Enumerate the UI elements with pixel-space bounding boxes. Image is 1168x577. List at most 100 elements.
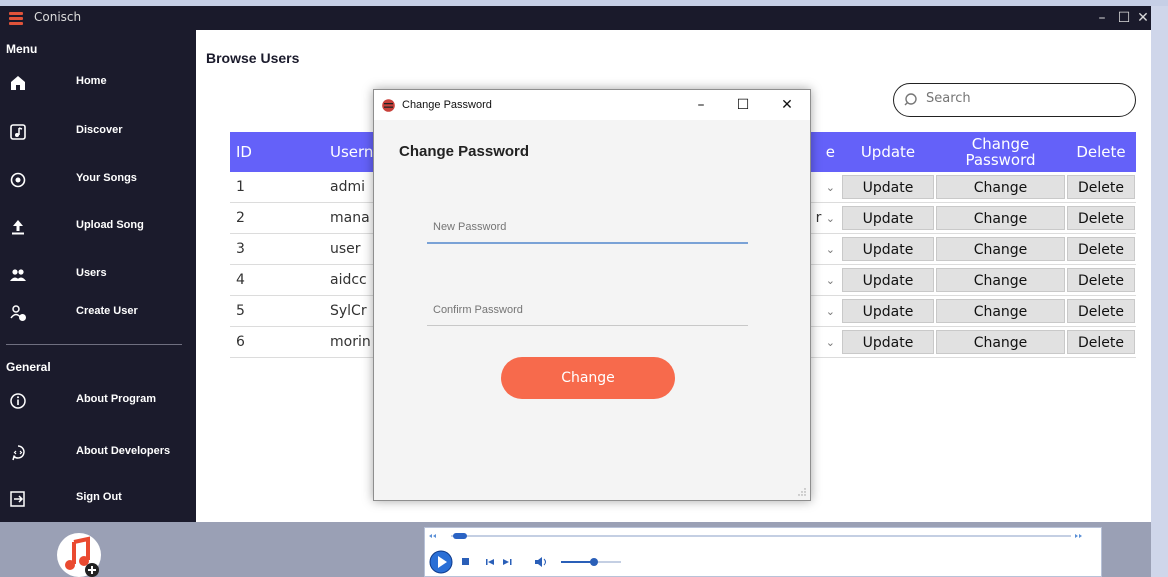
sidebar-item-label: Users bbox=[76, 267, 107, 279]
record-icon bbox=[10, 172, 26, 188]
column-header-update: Update bbox=[841, 132, 935, 172]
info-icon bbox=[10, 393, 26, 409]
chevron-down-icon[interactable]: ⌄ bbox=[826, 243, 835, 256]
delete-button[interactable]: Delete bbox=[1067, 175, 1135, 199]
dialog-maximize-button[interactable]: ☐ bbox=[733, 95, 753, 115]
column-header-delete: Delete bbox=[1066, 132, 1136, 172]
change-password-button[interactable]: Change bbox=[936, 175, 1065, 199]
change-password-submit-button[interactable]: Change bbox=[501, 357, 675, 399]
cell-id: 3 bbox=[230, 233, 324, 265]
chevron-down-icon[interactable]: ⌄ bbox=[826, 274, 835, 287]
play-button[interactable] bbox=[429, 550, 453, 574]
cell-id: 6 bbox=[230, 326, 324, 358]
sidebar-item-label: About Program bbox=[76, 393, 157, 405]
delete-button[interactable]: Delete bbox=[1067, 206, 1135, 230]
app-logo-icon bbox=[9, 12, 23, 25]
search-box[interactable] bbox=[893, 83, 1136, 117]
update-button[interactable]: Update bbox=[842, 268, 934, 292]
column-header-id: ID bbox=[230, 132, 324, 172]
sidebar: Menu Home Discover Your Songs Upload Son… bbox=[0, 30, 196, 522]
dialog-close-button[interactable]: ✕ bbox=[777, 95, 797, 115]
home-icon bbox=[11, 76, 25, 90]
sidebar-item-your-songs[interactable]: Your Songs bbox=[0, 163, 196, 197]
search-icon bbox=[904, 93, 917, 106]
chevron-down-icon[interactable]: ⌄ bbox=[826, 336, 835, 349]
chevron-down-icon[interactable]: ⌄ bbox=[826, 305, 835, 318]
previous-icon[interactable] bbox=[486, 559, 494, 565]
media-player bbox=[424, 527, 1102, 577]
bottom-bar bbox=[0, 522, 1151, 577]
music-app-icon[interactable] bbox=[54, 530, 104, 577]
delete-button[interactable]: Delete bbox=[1067, 268, 1135, 292]
search-input[interactable] bbox=[924, 90, 1128, 107]
cell-id: 1 bbox=[230, 172, 324, 203]
window-title: Conisch bbox=[34, 10, 82, 24]
menu-section-label: Menu bbox=[6, 42, 38, 56]
volume-icon[interactable] bbox=[535, 557, 546, 567]
sidebar-item-users[interactable]: Users bbox=[0, 258, 196, 292]
sidebar-item-home[interactable]: Home bbox=[0, 66, 196, 100]
sidebar-item-label: Create User bbox=[76, 305, 138, 317]
add-user-icon bbox=[10, 305, 26, 321]
stop-icon[interactable] bbox=[462, 558, 469, 565]
chevron-down-icon[interactable]: ⌄ bbox=[826, 212, 835, 225]
change-password-button[interactable]: Change bbox=[936, 237, 1065, 261]
update-button[interactable]: Update bbox=[842, 299, 934, 323]
sidebar-item-label: Home bbox=[76, 75, 107, 87]
sidebar-item-label: Sign Out bbox=[76, 491, 122, 503]
new-password-field[interactable] bbox=[427, 212, 748, 244]
sidebar-item-label: Upload Song bbox=[76, 219, 144, 231]
fast-forward-icon[interactable] bbox=[1075, 534, 1082, 538]
chevron-down-icon[interactable]: ⌄ bbox=[826, 181, 835, 194]
sidebar-item-create-user[interactable]: Create User bbox=[0, 296, 196, 330]
media-player-controls bbox=[429, 533, 1082, 574]
sidebar-item-sign-out[interactable]: Sign Out bbox=[0, 482, 196, 516]
rewind-icon[interactable] bbox=[429, 534, 436, 538]
sidebar-item-about-program[interactable]: About Program bbox=[0, 384, 196, 418]
sidebar-item-about-developers[interactable]: About Developers bbox=[0, 436, 196, 470]
change-password-dialog: Change Password – ☐ ✕ Change Password Ch… bbox=[373, 89, 811, 501]
delete-button[interactable]: Delete bbox=[1067, 330, 1135, 354]
window-maximize-button[interactable]: ☐ bbox=[1114, 8, 1134, 28]
app-window: Conisch – ☐ ✕ Menu Home Discover Your So… bbox=[0, 6, 1151, 577]
window-close-button[interactable]: ✕ bbox=[1133, 8, 1151, 28]
developer-icon bbox=[12, 445, 25, 461]
cell-id: 5 bbox=[230, 295, 324, 327]
delete-button[interactable]: Delete bbox=[1067, 237, 1135, 261]
sidebar-item-label: Your Songs bbox=[76, 172, 137, 184]
dialog-titlebar: Change Password – ☐ ✕ bbox=[374, 90, 810, 120]
window-minimize-button[interactable]: – bbox=[1092, 8, 1112, 28]
sidebar-item-discover[interactable]: Discover bbox=[0, 115, 196, 149]
sidebar-divider bbox=[6, 344, 182, 345]
sidebar-item-label: Discover bbox=[76, 124, 123, 136]
update-button[interactable]: Update bbox=[842, 237, 934, 261]
seek-bar[interactable] bbox=[451, 533, 1071, 539]
dialog-minimize-button[interactable]: – bbox=[691, 95, 711, 115]
change-password-button[interactable]: Change bbox=[936, 299, 1065, 323]
cell-id: 2 bbox=[230, 202, 324, 234]
column-header-change-password: Change Password bbox=[935, 132, 1066, 172]
next-icon[interactable] bbox=[503, 559, 512, 565]
app-logo-icon bbox=[382, 99, 395, 112]
sidebar-item-upload-song[interactable]: Upload Song bbox=[0, 210, 196, 244]
confirm-password-field[interactable] bbox=[427, 294, 748, 326]
users-icon bbox=[10, 269, 26, 281]
volume-slider[interactable] bbox=[561, 558, 621, 566]
dialog-title: Change Password bbox=[402, 99, 492, 111]
change-password-button[interactable]: Change bbox=[936, 268, 1065, 292]
dialog-heading: Change Password bbox=[399, 143, 530, 160]
music-note-icon bbox=[10, 124, 26, 140]
delete-button[interactable]: Delete bbox=[1067, 299, 1135, 323]
resize-grip-icon[interactable] bbox=[798, 488, 806, 496]
change-password-button[interactable]: Change bbox=[936, 206, 1065, 230]
change-password-button[interactable]: Change bbox=[936, 330, 1065, 354]
sidebar-item-label: About Developers bbox=[76, 445, 171, 457]
update-button[interactable]: Update bbox=[842, 175, 934, 199]
upload-icon bbox=[12, 220, 24, 235]
window-titlebar: Conisch – ☐ ✕ bbox=[0, 6, 1151, 30]
role-value: r bbox=[815, 210, 822, 226]
update-button[interactable]: Update bbox=[842, 206, 934, 230]
update-button[interactable]: Update bbox=[842, 330, 934, 354]
page-title: Browse Users bbox=[206, 50, 300, 66]
cell-id: 4 bbox=[230, 264, 324, 296]
